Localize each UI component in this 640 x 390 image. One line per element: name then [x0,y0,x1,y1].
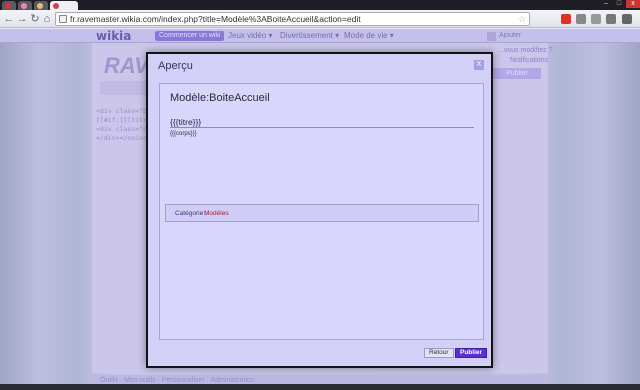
tab-favicon-icon [37,3,43,9]
browser-toolbar: ← → ↻ ⌂ fr.ravemaster.wikia.com/index.ph… [0,10,640,28]
browser-tab[interactable] [34,1,48,10]
category-box: Catégorie : Modèles [165,204,479,222]
maximize-button[interactable]: □ [613,0,625,8]
bookmark-star-icon[interactable]: ☆ [518,14,526,25]
category-link[interactable]: Modèles [204,210,229,217]
minimize-button[interactable]: – [600,0,612,8]
corps-text: {{{corps}}} [170,131,197,137]
home-icon[interactable]: ⌂ [41,12,53,26]
close-icon[interactable]: X [474,60,484,70]
wrench-menu-icon[interactable] [622,14,632,24]
close-window-button[interactable]: x [626,0,640,8]
category-label: Catégorie : [175,210,207,217]
tab-favicon-icon [5,3,11,9]
browser-tab[interactable] [18,1,32,10]
modal-title: Aperçu [158,60,193,72]
extension-adblock-icon[interactable] [561,14,571,24]
taskbar [0,384,640,390]
page-icon [59,15,67,23]
extension-icon[interactable] [576,14,586,24]
page-title: Modèle:BoiteAccueil [170,92,270,104]
forward-arrow-icon[interactable]: → [16,12,28,26]
back-arrow-icon[interactable]: ← [3,12,15,26]
reload-icon[interactable]: ↻ [29,12,41,26]
preview-modal: Aperçu X Modèle:BoiteAccueil {{{titre}}}… [146,52,493,368]
browser-tab-bar: – □ x [0,0,640,10]
browser-tab-active[interactable] [50,1,78,10]
tab-favicon-icon [53,3,59,9]
retour-button[interactable]: Retour [424,348,454,358]
preview-content: Modèle:BoiteAccueil {{{titre}}} {{{corps… [159,83,484,340]
publier-button[interactable]: Publier [455,348,488,358]
address-bar[interactable]: fr.ravemaster.wikia.com/index.php?title=… [55,12,530,26]
heading-divider [170,127,474,128]
tab-favicon-icon [21,3,27,9]
titre-heading: {{{titre}}} [170,117,202,127]
extension-icon[interactable] [591,14,601,24]
extension-icon[interactable] [606,14,616,24]
address-bar-url: fr.ravemaster.wikia.com/index.php?title=… [70,14,361,24]
browser-tab[interactable] [2,1,16,10]
